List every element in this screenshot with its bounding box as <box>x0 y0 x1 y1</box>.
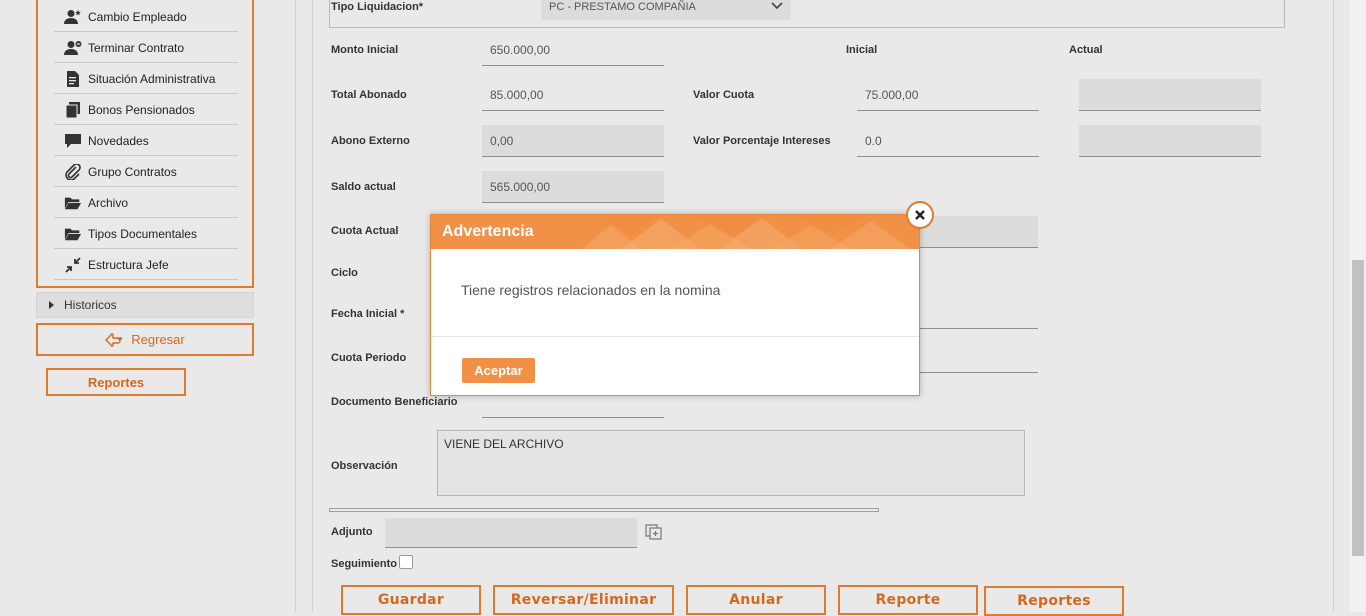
warning-dialog: Advertencia Tiene registros relacionados… <box>430 214 920 396</box>
dialog-title: Advertencia <box>442 223 534 240</box>
page-scrollbar[interactable] <box>1350 0 1366 612</box>
dialog-message: Tiene registros relacionados en la nomin… <box>461 282 721 298</box>
close-dialog-button[interactable] <box>906 201 934 229</box>
scrollbar-thumb[interactable] <box>1352 260 1364 556</box>
dialog-header: Advertencia <box>431 215 919 249</box>
close-icon <box>915 210 925 220</box>
aceptar-button[interactable]: Aceptar <box>462 358 535 383</box>
dialog-divider <box>431 336 919 337</box>
